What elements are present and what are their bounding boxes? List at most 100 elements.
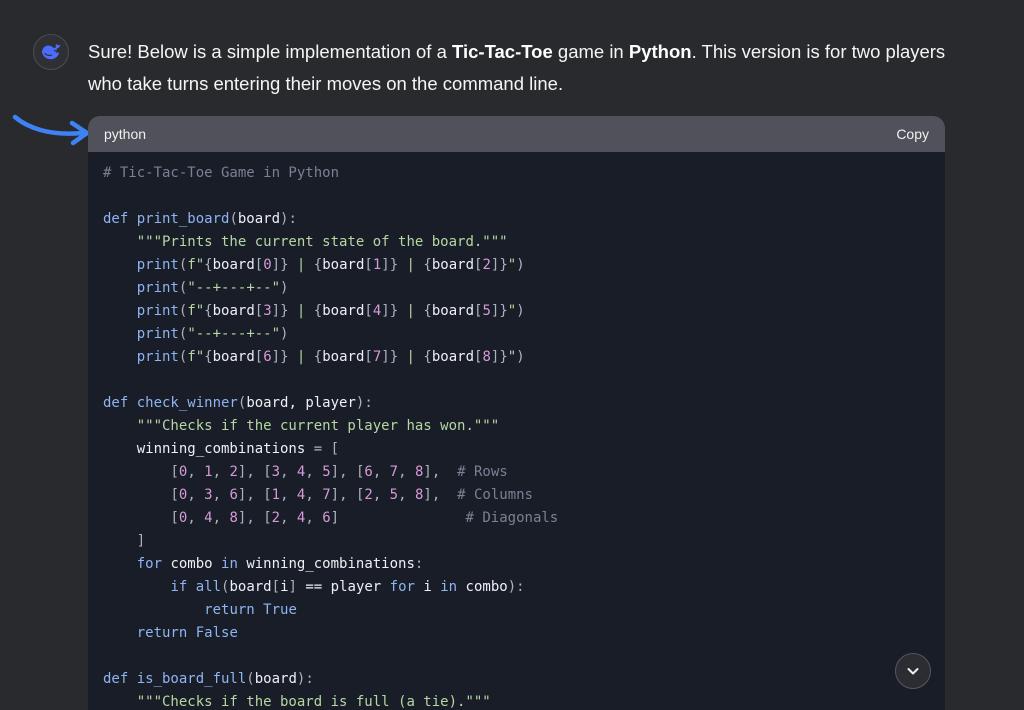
code-token: board (237, 211, 281, 227)
code-token: ], [ (237, 464, 272, 480)
code-token: [ (364, 303, 373, 319)
code-token: print (136, 303, 179, 319)
code-token: 5 (322, 464, 331, 480)
code-token: , (212, 464, 230, 480)
code-token: ] (330, 510, 466, 526)
code-token: 6 (322, 510, 331, 526)
code-line: return True (103, 599, 930, 622)
code-token: , (280, 464, 297, 480)
code-line: # Tic-Tac-Toe Game in Python (103, 162, 930, 185)
code-token: ], [ (330, 487, 365, 503)
code-token: 6 (364, 464, 373, 480)
code-token: [ (170, 510, 179, 526)
code-token: 1 (271, 487, 281, 503)
code-token: ) (280, 326, 289, 342)
code-token: ]} (381, 349, 399, 365)
code-token: | (398, 303, 424, 319)
code-token: [ (170, 464, 179, 480)
code-token: print (136, 349, 179, 365)
code-token: : (414, 556, 424, 572)
code-token: ] (136, 533, 146, 549)
code-token: , (305, 464, 323, 480)
code-token: board (322, 303, 365, 319)
code-token: [ (364, 257, 373, 273)
code-token: ], [ (237, 487, 272, 503)
code-token: def (103, 211, 137, 227)
code-token: board (254, 671, 297, 687)
code-token: { (313, 349, 323, 365)
code-token: is_board_full (136, 671, 247, 687)
code-token: | (288, 303, 314, 319)
code-token: """Checks if the board is full (a tie)."… (136, 694, 491, 710)
code-token: """Prints the current state of the board… (136, 234, 508, 250)
code-line: def check_winner(board, player): (103, 392, 930, 415)
code-token: 3 (263, 303, 272, 319)
copy-code-button[interactable]: Copy (896, 126, 929, 142)
code-token: { (423, 349, 432, 365)
code-token: ) (280, 280, 289, 296)
code-token: for (389, 579, 424, 595)
code-token: check_winner (136, 395, 238, 411)
code-token: 0 (263, 257, 272, 273)
code-token: { (423, 257, 432, 273)
code-token: , (305, 487, 323, 503)
code-line: winning_combinations = [ (103, 438, 930, 461)
chat-page: Sure! Below is a simple implementation o… (0, 0, 1024, 710)
code-token: board (431, 349, 475, 365)
code-token: = [ (313, 441, 340, 457)
code-token: ]} (490, 257, 508, 273)
scroll-down-button[interactable] (895, 653, 931, 689)
code-token: board (212, 303, 255, 319)
code-token: board (431, 303, 475, 319)
code-token: # Diagonals (465, 510, 559, 526)
code-line: [0, 4, 8], [2, 4, 6] # Diagonals (103, 507, 930, 530)
code-token: ): (507, 579, 525, 595)
code-token: all (195, 579, 222, 595)
code-token: winning_combinations (246, 556, 415, 572)
code-token: f" (187, 257, 205, 273)
code-token: def (103, 671, 137, 687)
code-line: """Checks if the current player has won.… (103, 415, 930, 438)
code-token: " (507, 349, 517, 365)
code-token: print_board (136, 211, 230, 227)
code-token: 5 (389, 487, 399, 503)
code-token: | (288, 257, 314, 273)
code-token: 7 (322, 487, 331, 503)
code-token: 3 (204, 487, 213, 503)
code-token: return (136, 625, 196, 641)
code-block-header: python Copy (88, 116, 945, 152)
code-token: , (187, 510, 205, 526)
code-token: [ (364, 349, 373, 365)
code-line: print(f"{board[0]} | {board[1]} | {board… (103, 254, 930, 277)
curved-arrow-icon (12, 114, 90, 146)
code-line: print("--+---+--") (103, 323, 930, 346)
code-token: ) (516, 349, 525, 365)
code-token: == player (296, 579, 390, 595)
code-token: ): (296, 671, 314, 687)
code-line: def is_board_full(board): (103, 668, 930, 691)
code-token: board (212, 349, 255, 365)
code-token: "--+---+--" (187, 280, 281, 296)
code-content: # Tic-Tac-Toe Game in Python def print_bo… (88, 152, 945, 710)
code-token: 6 (229, 487, 238, 503)
code-token: 5 (482, 303, 491, 319)
code-token: ( (229, 211, 238, 227)
code-token: { (313, 303, 323, 319)
code-token: """Checks if the current player has won.… (136, 418, 500, 434)
code-token: print (136, 257, 179, 273)
code-token: , (398, 464, 415, 480)
code-line: ] (103, 530, 930, 553)
code-token: # Columns (457, 487, 533, 503)
text-segment: Sure! Below is a simple implementation o… (88, 41, 453, 62)
code-line: if all(board[i] == player for i in combo… (103, 576, 930, 599)
